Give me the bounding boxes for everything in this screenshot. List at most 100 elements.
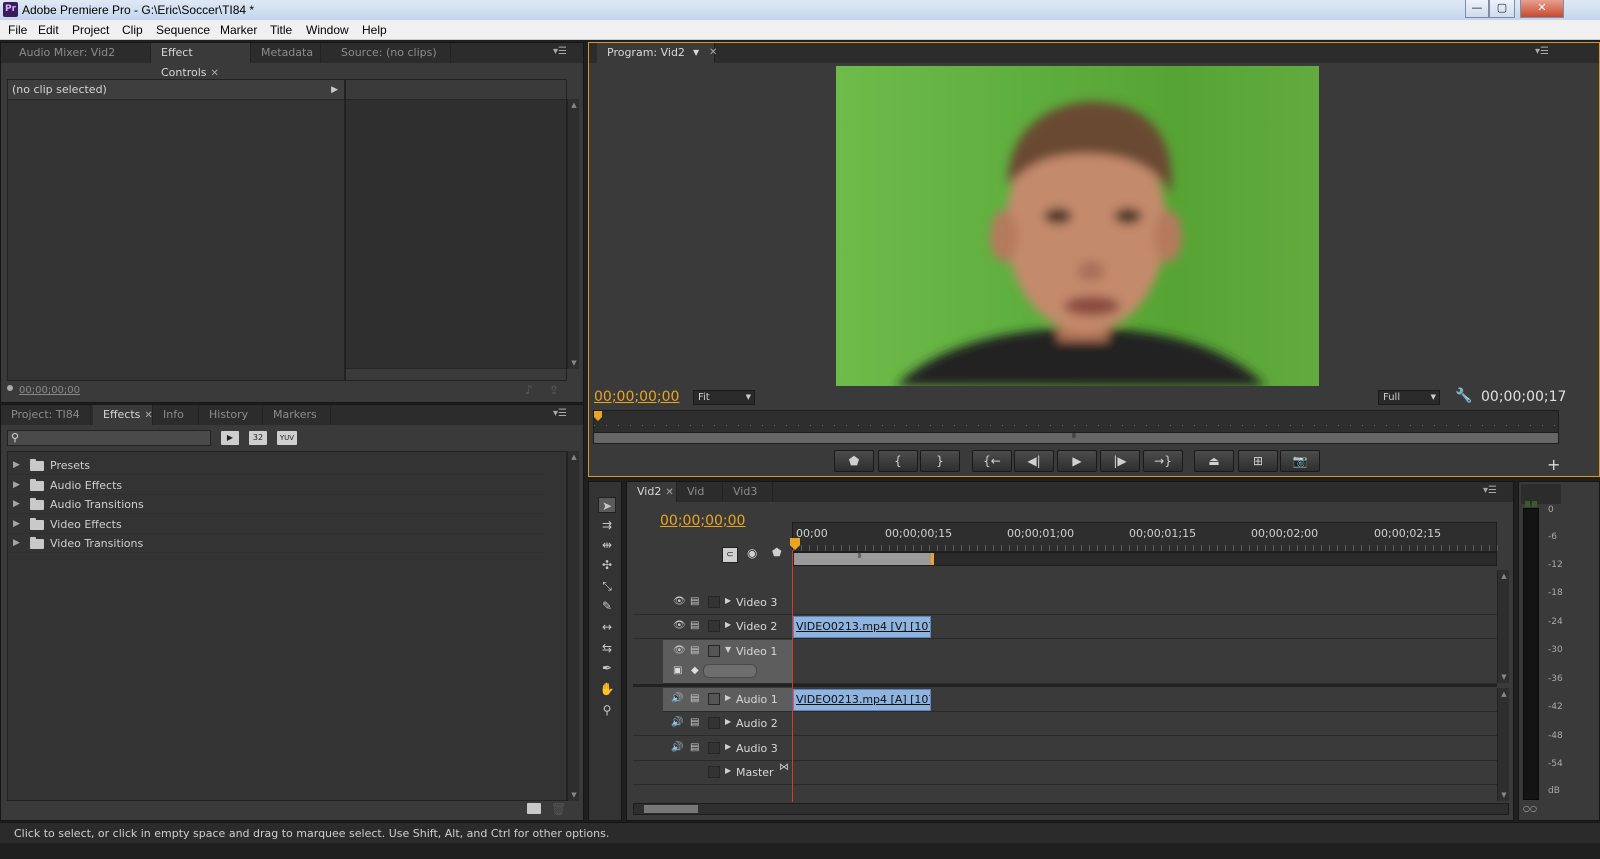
scroll-down-icon[interactable]: ▼ (570, 791, 578, 799)
step-back-button[interactable]: ◀| (1014, 450, 1054, 472)
tree-item-video-effects[interactable]: ▶ Video Effects (10, 515, 546, 534)
show-keyframes-icon[interactable]: ◆ (691, 665, 699, 676)
zoom-select[interactable]: Fit ▼ (693, 390, 755, 405)
keyframe-nav-icon[interactable]: ◉ (747, 546, 757, 560)
maximize-button[interactable]: ▢ (1489, 0, 1515, 18)
audio-clip[interactable]: VIDEO0213.mp4 [A] [1070%] (793, 689, 931, 711)
sync-lock-icon[interactable]: ▤ (690, 742, 699, 753)
scroll-up-icon[interactable]: ▲ (570, 453, 578, 461)
tab-info[interactable]: Info (153, 405, 199, 425)
expand-icon[interactable]: ▶ (13, 476, 20, 495)
track-lock-checkbox[interactable] (708, 620, 720, 632)
go-to-in-button[interactable]: {← (972, 450, 1012, 472)
trash-icon[interactable]: 🗑 (551, 802, 566, 816)
panel-menu-icon[interactable]: ▾☰ (553, 408, 567, 420)
scroll-down-icon[interactable]: ▼ (570, 359, 578, 367)
speaker-icon[interactable]: 🔊 (671, 742, 683, 753)
extract-button[interactable]: ⊞ (1238, 450, 1278, 472)
snap-icon[interactable]: ⊂ (722, 547, 738, 563)
tab-history[interactable]: History (199, 405, 263, 425)
effect-timecode[interactable]: 00;00;00;00 (19, 385, 80, 396)
sync-lock-icon[interactable]: ▤ (690, 596, 699, 607)
track-header-master[interactable]: ▶ Master ⋈ (633, 761, 792, 785)
video-tracks-vscroll[interactable]: ▲ ▼ (1497, 570, 1509, 683)
menu-window[interactable]: Window (306, 23, 349, 37)
sync-lock-icon[interactable]: ▤ (690, 645, 699, 656)
eye-icon[interactable]: 👁 (673, 645, 686, 656)
tab-effect-controls[interactable]: Effect Controls ✕ (151, 43, 251, 79)
track-row-audio-2[interactable] (792, 712, 1497, 736)
rate-stretch-tool-icon[interactable]: ⤡ (598, 578, 616, 594)
collapse-icon[interactable]: ▼ (725, 645, 731, 654)
eye-icon[interactable]: 👁 (673, 596, 686, 607)
hscroll-thumb[interactable] (644, 805, 698, 813)
slip-tool-icon[interactable]: ↔ (598, 619, 616, 635)
eye-icon[interactable]: 👁 (673, 620, 686, 631)
slide-tool-icon[interactable]: ⇆ (598, 640, 616, 656)
menu-marker[interactable]: Marker (220, 23, 257, 37)
scroll-up-icon[interactable]: ▲ (570, 101, 578, 109)
playhead-marker-icon[interactable] (594, 411, 602, 421)
track-lock-checkbox[interactable] (708, 693, 720, 705)
sync-lock-icon[interactable]: ▤ (690, 693, 699, 704)
expand-icon[interactable]: ▶ (725, 742, 731, 751)
expand-icon[interactable]: ▶ (725, 693, 731, 702)
current-timecode[interactable]: 00;00;00;00 (594, 389, 679, 405)
expand-arrow-icon[interactable]: ▶ (331, 80, 338, 100)
expand-icon[interactable]: ▶ (725, 620, 731, 629)
tab-close-icon[interactable]: ✕ (144, 410, 152, 421)
expand-icon[interactable]: ▶ (13, 534, 20, 553)
selection-tool-icon[interactable]: ➤ (598, 497, 616, 513)
menu-clip[interactable]: Clip (122, 23, 143, 37)
track-header-audio-3[interactable]: 🔊 ▤ ▶ Audio 3 (633, 737, 792, 761)
display-style-icon[interactable]: ▣ (673, 665, 682, 676)
add-marker-button[interactable]: ⬟ (834, 450, 874, 472)
track-row-audio-3[interactable] (792, 737, 1497, 761)
tab-effects[interactable]: Effects ✕ (93, 405, 153, 425)
menu-sequence[interactable]: Sequence (156, 23, 210, 37)
timeline-hscroll[interactable] (633, 803, 1509, 815)
keyframe-nav-control[interactable] (703, 664, 757, 678)
expand-icon[interactable]: ▶ (13, 495, 20, 514)
scroll-up-icon[interactable]: ▲ (1500, 690, 1508, 698)
track-lock-checkbox[interactable] (708, 766, 720, 778)
step-forward-button[interactable]: |▶ (1100, 450, 1140, 472)
menu-file[interactable]: File (8, 23, 27, 37)
export-frame-button[interactable]: 📷 (1280, 450, 1320, 472)
track-header-video-2[interactable]: 👁 ▤ ▶ Video 2 (633, 615, 792, 639)
track-header-audio-2[interactable]: 🔊 ▤ ▶ Audio 2 (633, 712, 792, 736)
speaker-icon[interactable]: 🔊 (671, 693, 683, 704)
track-row-master[interactable] (792, 761, 1497, 785)
play-button[interactable]: ▶ (1057, 450, 1097, 472)
audio-tracks-vscroll[interactable]: ▲ ▼ (1497, 688, 1509, 801)
track-select-tool-icon[interactable]: ⇉ (598, 517, 616, 533)
effect-vscroll[interactable]: ▲ ▼ (567, 99, 579, 369)
export-icon[interactable]: ⇪ (549, 383, 559, 397)
sync-lock-icon[interactable]: ▤ (690, 620, 699, 631)
tree-item-audio-effects[interactable]: ▶ Audio Effects (10, 476, 546, 495)
program-zoom-bar[interactable]: ⦀ (593, 431, 1559, 444)
scroll-up-icon[interactable]: ▲ (1500, 572, 1508, 580)
mark-out-button[interactable]: } (920, 450, 960, 472)
effect-hscroll[interactable] (346, 368, 566, 380)
video-clip[interactable]: VIDEO0213.mp4 [V] [1070%] (793, 616, 931, 638)
expand-icon[interactable]: ▶ (725, 766, 731, 775)
solo-icon[interactable]: ○○ (1523, 804, 1537, 813)
track-row-video-1[interactable] (792, 640, 1497, 684)
tree-item-video-transitions[interactable]: ▶ Video Transitions (10, 534, 546, 553)
go-to-out-button[interactable]: →} (1143, 450, 1183, 472)
tab-close-icon[interactable]: ✕ (211, 68, 219, 79)
effects-search-input[interactable]: ⚲ (7, 430, 211, 446)
tab-source[interactable]: Source: (no clips) (331, 43, 451, 63)
expand-icon[interactable]: ▶ (725, 596, 731, 605)
pen-tool-icon[interactable]: ✒ (598, 660, 616, 676)
track-lock-checkbox[interactable] (708, 742, 720, 754)
expand-icon[interactable]: ▶ (725, 717, 731, 726)
tab-close-icon[interactable]: ✕ (709, 43, 717, 63)
audio-icon[interactable]: ♪ (525, 383, 533, 397)
accelerated-effects-icon[interactable]: ▶ (221, 431, 239, 445)
track-lock-checkbox[interactable] (708, 645, 720, 657)
tab-markers[interactable]: Markers (263, 405, 331, 425)
zoom-tool-icon[interactable]: ⚲ (598, 702, 616, 718)
tab-vid3[interactable]: Vid3 (723, 482, 773, 502)
